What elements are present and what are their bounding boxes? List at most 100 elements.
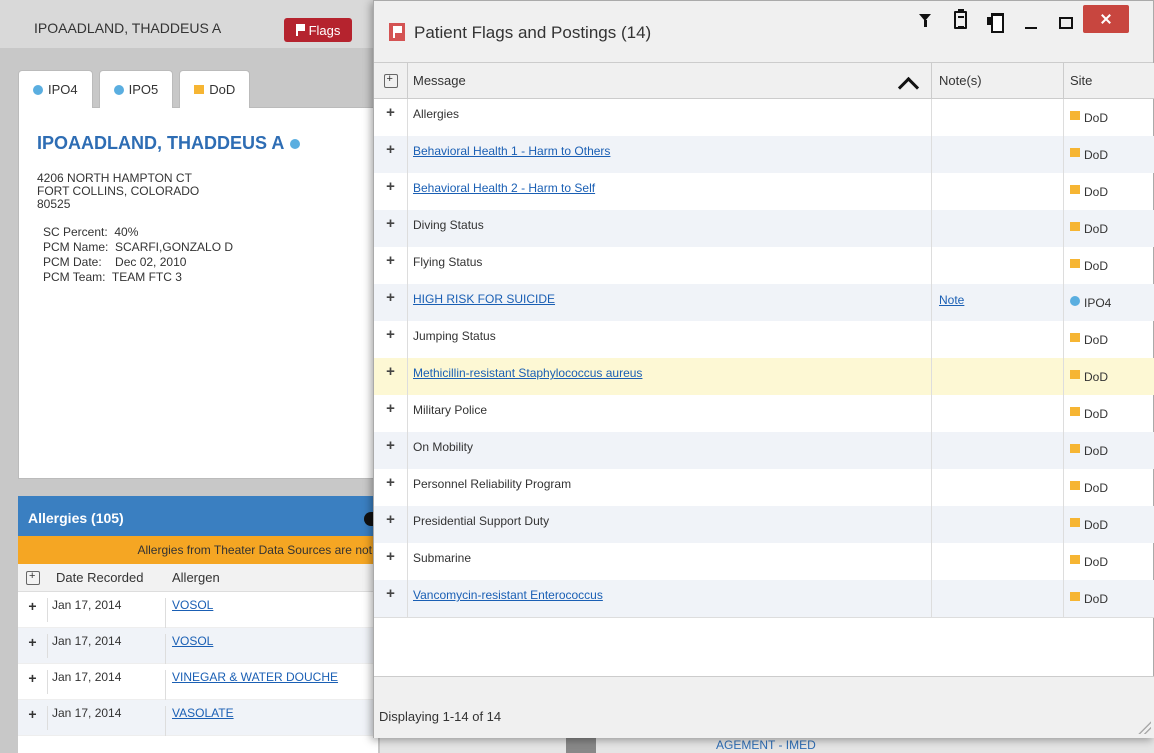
site-cell: DoD [1064, 358, 1154, 395]
allergen-link[interactable]: VINEGAR & WATER DOUCHE [166, 670, 338, 684]
message-link[interactable]: Behavioral Health 1 - Harm to Others [413, 144, 610, 158]
expand-row-icon[interactable]: + [18, 670, 48, 694]
sort-ascending-icon[interactable] [901, 76, 913, 88]
site-label: DoD [1084, 333, 1109, 347]
table-row[interactable]: + Vancomycin-resistant Enterococcus DoD [374, 580, 1154, 617]
table-row[interactable]: + Behavioral Health 1 - Harm to Others DoD [374, 136, 1154, 173]
table-row[interactable]: + Personnel Reliability Program DoD [374, 469, 1154, 506]
field-label: PCM Team: [43, 270, 106, 284]
note-cell [932, 469, 1064, 506]
address-line: FORT COLLINS, COLORADO [37, 184, 200, 198]
site-square-icon [1070, 592, 1080, 601]
field-value: SCARFI,GONZALO D [115, 240, 234, 254]
expand-row-icon[interactable]: + [18, 634, 48, 658]
field-label: PCM Name: [43, 240, 109, 254]
column-message-label: Message [413, 73, 466, 88]
table-row[interactable]: + Presidential Support Duty DoD [374, 506, 1154, 543]
minimize-icon[interactable] [1023, 12, 1039, 29]
column-site[interactable]: Site [1064, 63, 1154, 98]
message-link[interactable]: Vancomycin-resistant Enterococcus [413, 588, 603, 602]
patient-header-bar: IPOAADLAND, THADDEUS A Flags [0, 0, 375, 48]
table-row[interactable]: + Methicillin-resistant Staphylococcus au… [374, 358, 1154, 395]
table-row[interactable]: + HIGH RISK FOR SUICIDE Note IPO4 [374, 284, 1154, 321]
tab-ipo4[interactable]: IPO4 [18, 70, 93, 108]
table-row[interactable]: + Diving Status DoD [374, 210, 1154, 247]
modal-toolbar [918, 9, 1073, 33]
expand-row-icon[interactable]: + [374, 284, 408, 321]
column-message[interactable]: Message [408, 63, 932, 98]
close-icon[interactable] [1083, 5, 1129, 33]
flags-grid: Message Note(s) Site + Allergies DoD + Behav… [374, 63, 1154, 673]
message-cell: Jumping Status [408, 321, 932, 358]
clipboard-icon[interactable] [954, 9, 967, 29]
print-icon[interactable] [987, 12, 1004, 33]
note-cell [932, 432, 1064, 469]
message-cell: Behavioral Health 2 - Harm to Self [408, 173, 932, 210]
expand-row-icon[interactable]: + [374, 247, 408, 284]
background-bottom-strip: AGEMENT - IMED [380, 738, 1154, 753]
allergen-link[interactable]: VOSOL [166, 598, 213, 612]
modal-titlebar: Patient Flags and Postings (14) [374, 1, 1153, 63]
resize-grip-icon[interactable] [1137, 720, 1151, 734]
expand-row-icon[interactable]: + [374, 432, 408, 469]
note-link[interactable]: Note [939, 293, 964, 307]
expand-row-icon[interactable]: + [18, 706, 48, 730]
site-label: DoD [1084, 259, 1109, 273]
background-partial-link[interactable]: AGEMENT - IMED [716, 738, 816, 752]
expand-row-icon[interactable]: + [374, 321, 408, 358]
expand-all-icon[interactable] [383, 73, 398, 88]
message-text: Allergies [413, 107, 460, 121]
tab-ipo5[interactable]: IPO5 [98, 70, 174, 108]
table-row[interactable]: + Jumping Status DoD [374, 321, 1154, 358]
site-square-icon [1070, 259, 1080, 268]
message-text: Diving Status [413, 218, 484, 232]
expand-row-icon[interactable]: + [374, 506, 408, 543]
site-cell: DoD [1064, 395, 1154, 432]
note-cell [932, 173, 1064, 210]
expand-row-icon[interactable]: + [18, 598, 48, 622]
expand-row-icon[interactable]: + [374, 99, 408, 136]
site-square-icon [1070, 333, 1080, 342]
field-value: 40% [114, 225, 139, 239]
message-link[interactable]: Behavioral Health 2 - Harm to Self [413, 181, 595, 195]
pagination-status: Displaying 1-14 of 14 [379, 709, 502, 724]
allergen-link[interactable]: VOSOL [166, 634, 213, 648]
allergies-header: Allergies (105) [18, 496, 378, 536]
expand-all-icon[interactable] [26, 570, 40, 585]
site-cell: DoD [1064, 247, 1154, 284]
expand-row-icon[interactable]: + [374, 358, 408, 395]
site-cell: DoD [1064, 432, 1154, 469]
message-link[interactable]: Methicillin-resistant Staphylococcus aur… [413, 366, 642, 380]
expand-row-icon[interactable]: + [374, 210, 408, 247]
expand-row-icon[interactable]: + [374, 395, 408, 432]
note-cell [932, 136, 1064, 173]
column-date-recorded[interactable]: Date Recorded [48, 570, 166, 585]
site-cell: DoD [1064, 210, 1154, 247]
message-link[interactable]: HIGH RISK FOR SUICIDE [413, 292, 555, 306]
table-row[interactable]: + Flying Status DoD [374, 247, 1154, 284]
expand-row-icon[interactable]: + [374, 469, 408, 506]
site-label: DoD [1084, 222, 1109, 236]
site-cell: DoD [1064, 580, 1154, 617]
table-row[interactable]: + On Mobility DoD [374, 432, 1154, 469]
tab-dod[interactable]: DoD [179, 70, 251, 108]
allergen-link[interactable]: VASOLATE [166, 706, 234, 720]
maximize-icon[interactable] [1059, 17, 1073, 29]
expand-row-icon[interactable]: + [374, 173, 408, 210]
allergies-panel: Allergies (105) Allergies from Theater D… [18, 496, 378, 753]
filter-icon[interactable] [918, 12, 934, 28]
flags-button[interactable]: Flags [284, 18, 352, 42]
column-allergen[interactable]: Allergen [166, 570, 220, 585]
allergies-title: Allergies (105) [28, 510, 124, 526]
table-row[interactable]: + Military Police DoD [374, 395, 1154, 432]
site-label: DoD [1084, 185, 1109, 199]
note-cell: Note [932, 284, 1064, 321]
table-row[interactable]: + Submarine DoD [374, 543, 1154, 580]
table-row[interactable]: + Behavioral Health 2 - Harm to Self DoD [374, 173, 1154, 210]
table-row[interactable]: + Allergies DoD [374, 99, 1154, 136]
expand-row-icon[interactable]: + [374, 136, 408, 173]
expand-row-icon[interactable]: + [374, 543, 408, 580]
expand-row-icon[interactable]: + [374, 580, 408, 617]
note-cell [932, 210, 1064, 247]
column-notes[interactable]: Note(s) [932, 63, 1064, 98]
